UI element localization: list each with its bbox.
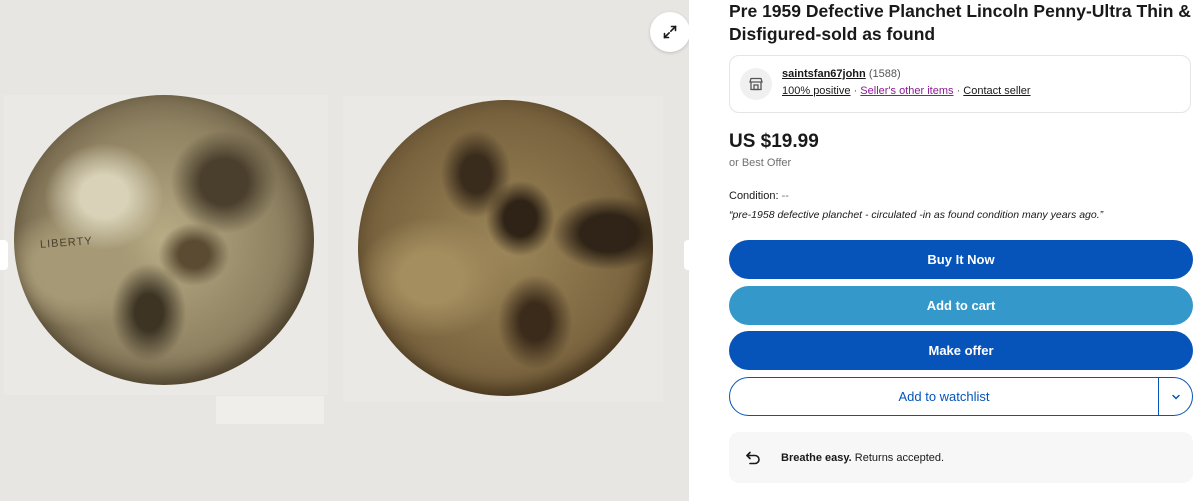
add-to-cart-button[interactable]: Add to cart: [729, 286, 1193, 325]
seller-name-link[interactable]: saintsfan67john: [782, 68, 866, 80]
return-arrow-icon: [741, 446, 765, 470]
returns-accepted-text: Returns accepted.: [851, 451, 945, 464]
separator: ·: [853, 85, 858, 97]
make-offer-button[interactable]: Make offer: [729, 331, 1193, 370]
seller-card: saintsfan67john (1588) 100% positive · S…: [729, 55, 1191, 113]
coin-photo-reverse: [343, 96, 663, 402]
condition-description: “pre-1958 defective planchet - circulate…: [729, 209, 1104, 221]
condition-row: Condition: --: [729, 190, 789, 202]
seller-feedback-count: (1588): [868, 68, 901, 80]
image-gallery[interactable]: LIBERTY: [0, 0, 689, 501]
returns-text: Breathe easy. Returns accepted.: [781, 452, 944, 464]
gallery-prev-button[interactable]: [0, 240, 8, 270]
condition-label: Condition:: [729, 190, 779, 202]
seller-other-items-link[interactable]: Seller's other items: [860, 85, 953, 97]
add-to-watchlist-button[interactable]: Add to watchlist: [730, 378, 1158, 415]
store-icon[interactable]: [740, 68, 772, 100]
coin-photo-obverse: LIBERTY: [4, 95, 328, 395]
chevron-down-icon: [1171, 394, 1180, 400]
seller-positive-link[interactable]: 100% positive: [782, 85, 851, 97]
gallery-next-button[interactable]: [684, 240, 689, 270]
coin-reverse-image: [358, 100, 653, 396]
returns-bold-text: Breathe easy.: [781, 451, 852, 464]
expand-image-button[interactable]: [650, 12, 689, 52]
seller-links: 100% positive · Seller's other items · C…: [782, 85, 1031, 97]
watchlist-dropdown-button[interactable]: [1158, 378, 1192, 415]
returns-banner: Breathe easy. Returns accepted.: [729, 432, 1193, 483]
best-offer-note: or Best Offer: [729, 157, 792, 169]
contact-seller-link[interactable]: Contact seller: [963, 85, 1030, 97]
listing-panel: Pre 1959 Defective Planchet Lincoln Penn…: [729, 0, 1193, 483]
expand-arrows-icon: [663, 25, 677, 39]
watchlist-control: Add to watchlist: [729, 377, 1193, 416]
condition-value: --: [781, 190, 789, 202]
item-price: US $19.99: [729, 131, 819, 152]
separator: ·: [956, 85, 961, 97]
seller-info: saintsfan67john (1588): [782, 68, 901, 80]
buy-it-now-button[interactable]: Buy It Now: [729, 240, 1193, 279]
listing-title: Pre 1959 Defective Planchet Lincoln Penn…: [729, 1, 1191, 44]
photo-backdrop: [216, 396, 324, 424]
